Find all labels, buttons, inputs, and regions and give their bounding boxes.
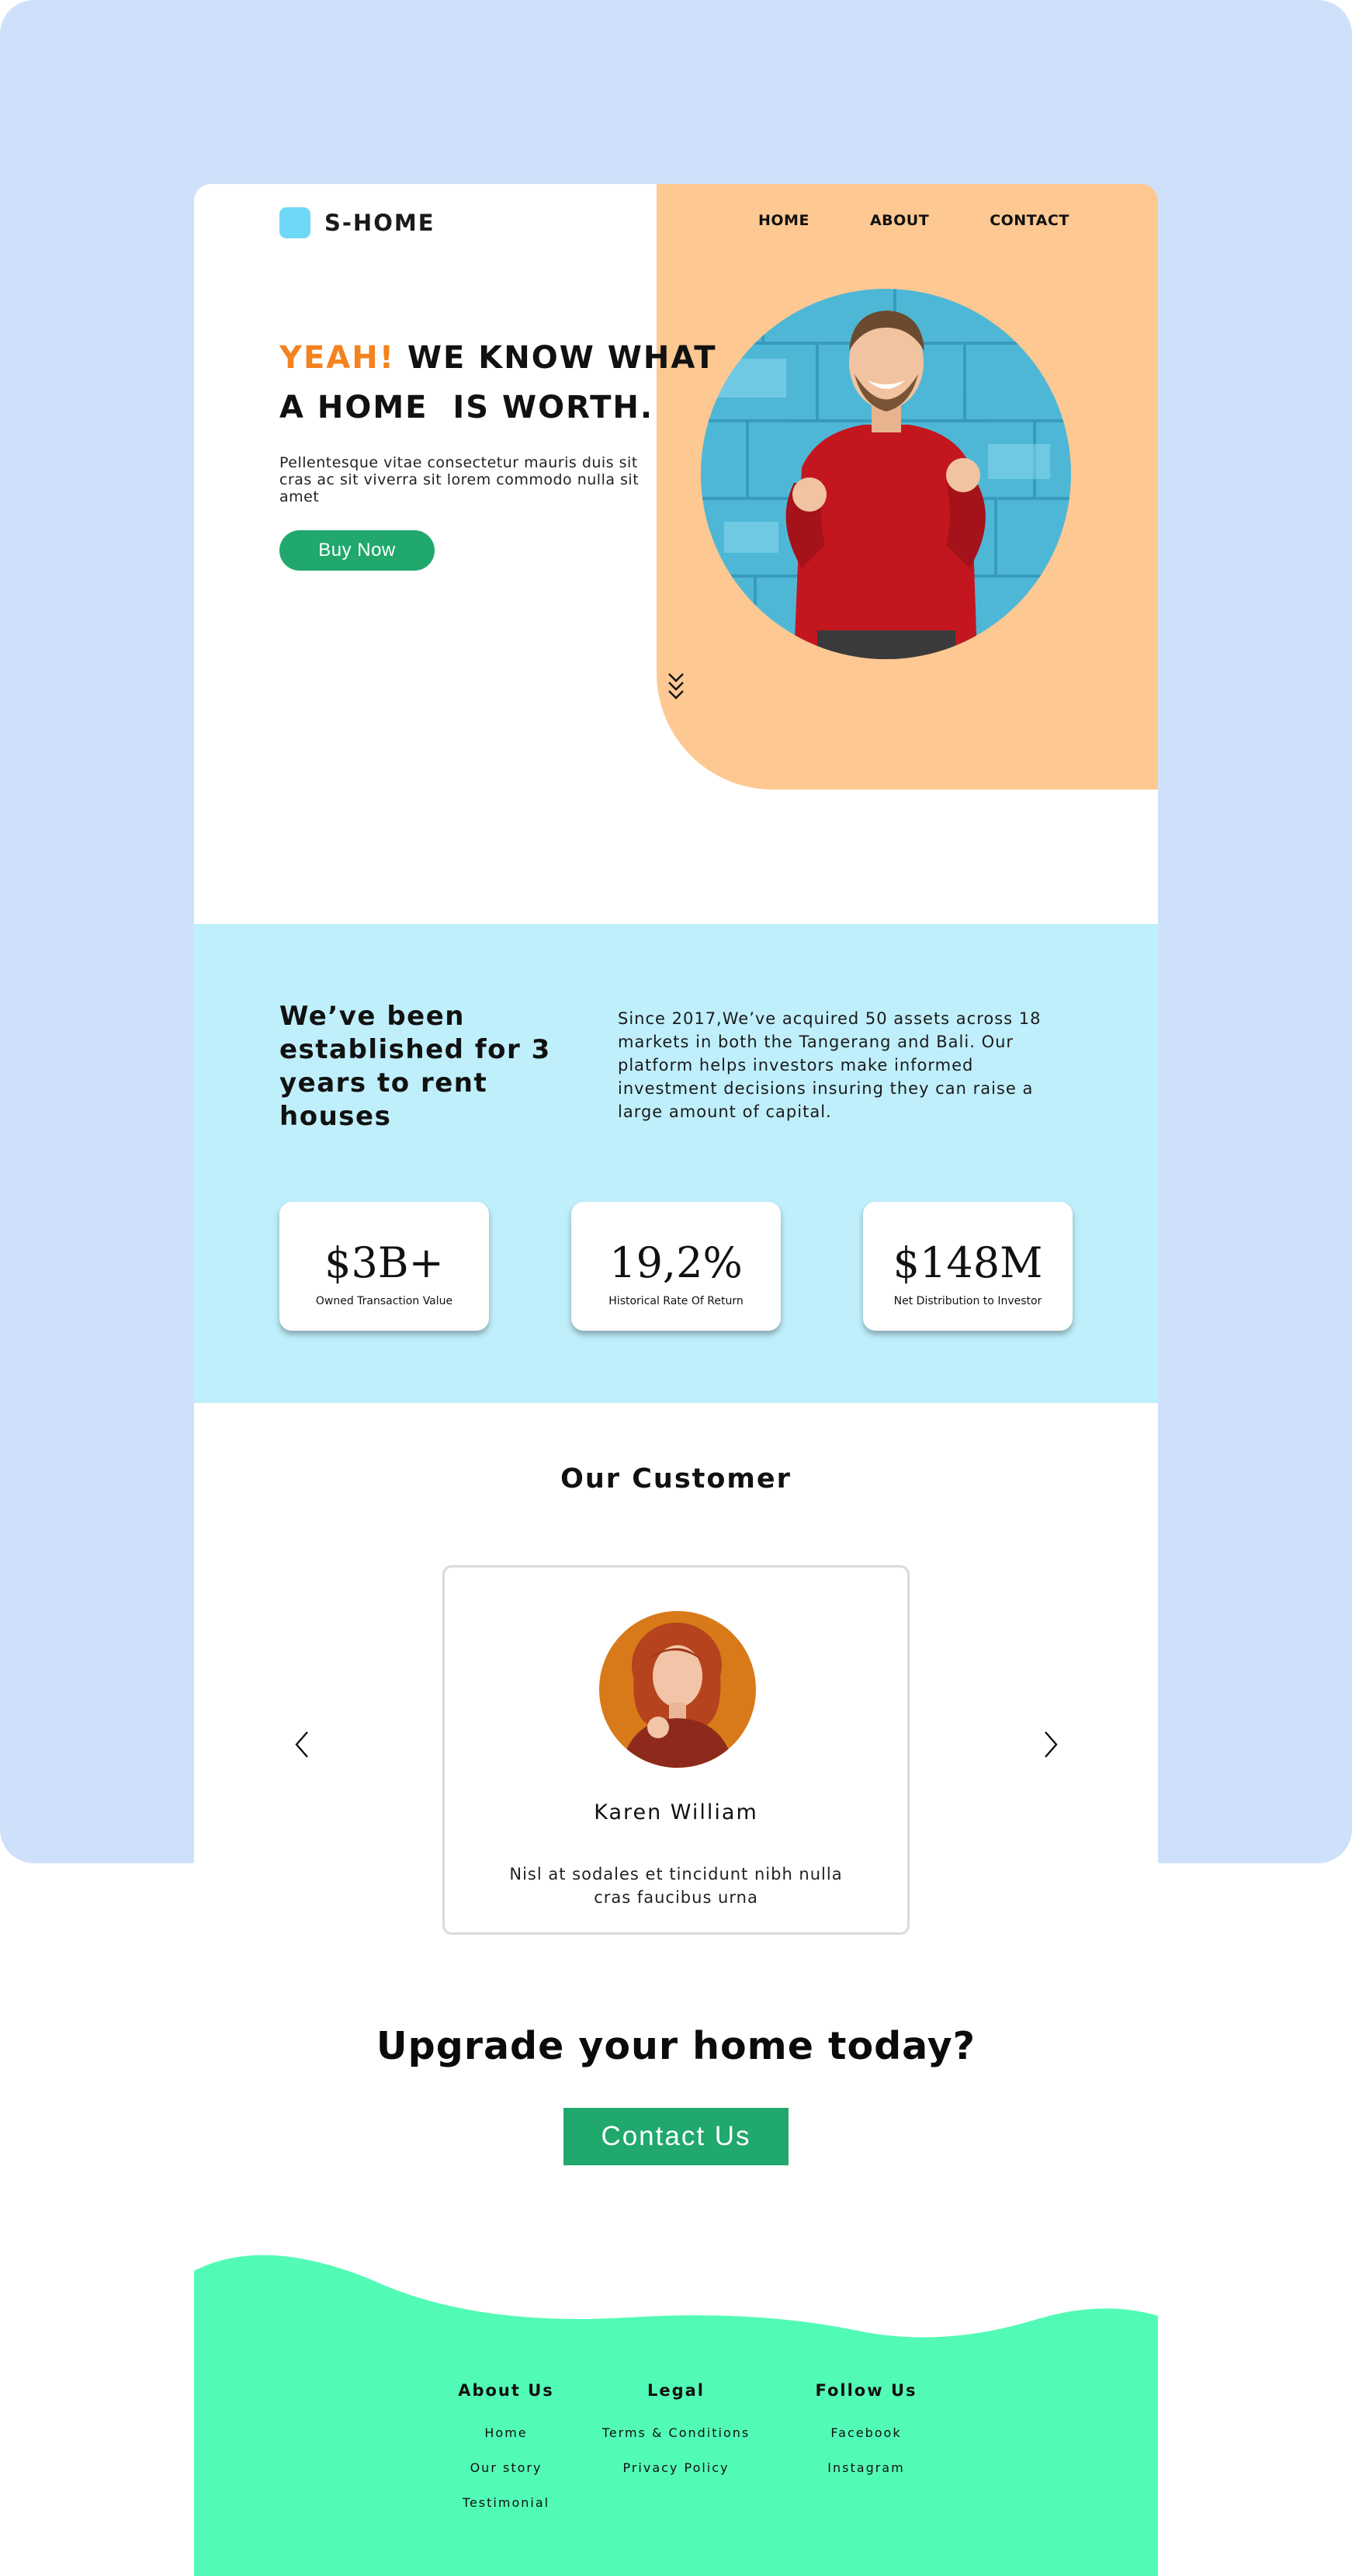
footer-heading: About Us [458,2381,554,2400]
chevron-right-icon[interactable] [1039,1729,1063,1760]
footer-column-follow: Follow Us Facebook Instagram [803,2381,930,2485]
brand-logo[interactable]: S-HOME [279,207,435,238]
cta-title: Upgrade your home today? [376,2024,976,2068]
footer-column-legal: Legal Terms & Conditions Privacy Policy [590,2381,762,2485]
footer-link-testimonial[interactable]: Testimonial [442,2485,570,2520]
hero-man-photo [701,289,1071,659]
footer-link-home[interactable]: Home [442,2415,570,2450]
stat-card-distribution: $148M Net Distribution to Investor [863,1202,1073,1331]
stat-label: Owned Transaction Value [315,1295,453,1307]
footer-heading: Follow Us [815,2381,917,2400]
landing-page: S-HOME HOME ABOUT CONTACT YEAH! WE KNOW … [194,184,1158,2576]
stats-description: Since 2017,We’ve acquired 50 assets acro… [618,1009,1042,1121]
contact-us-button[interactable]: Contact Us [563,2108,789,2165]
stat-card-return: 19,2% Historical Rate Of Return [571,1202,781,1331]
footer-link-facebook[interactable]: Facebook [803,2415,930,2450]
customer-avatar [599,1611,756,1768]
rounded-square-logo-icon [279,207,310,238]
hero-title-line2: A HOME IS WORTH. [279,390,654,425]
footer-link-our-story[interactable]: Our story [442,2450,570,2485]
stats-heading: We’ve been established for 3 years to re… [279,1001,551,1132]
footer-link-instagram[interactable]: Instagram [803,2450,930,2485]
nav-about[interactable]: ABOUT [870,212,929,229]
hero-title-line1: WE KNOW WHAT [394,340,717,376]
main-nav: HOME ABOUT CONTACT [758,212,1069,229]
testimonial-card: Karen William Nisl at sodales et tincidu… [442,1565,910,1935]
customer-name: Karen William [594,1800,758,1824]
hero-title: YEAH! WE KNOW WHAT A HOME IS WORTH. [279,333,717,432]
stat-card-transaction: $3B+ Owned Transaction Value [279,1202,489,1331]
stat-label: Net Distribution to Investor [893,1295,1042,1307]
nav-home[interactable]: HOME [758,212,809,229]
hero-title-accent: YEAH! [279,340,395,376]
nav-contact[interactable]: CONTACT [990,212,1069,229]
stat-value: $3B+ [324,1238,444,1287]
brand-name: S-HOME [324,210,435,236]
footer-link-terms[interactable]: Terms & Conditions [590,2415,762,2450]
stat-label: Historical Rate Of Return [608,1295,744,1307]
stat-value: $148M [893,1238,1043,1287]
hero-description: Pellentesque vitae consectetur mauris du… [279,454,640,505]
footer-heading: Legal [647,2381,705,2400]
footer-link-privacy[interactable]: Privacy Policy [590,2450,762,2485]
customer-section-title: Our Customer [560,1463,792,1495]
stat-value: 19,2% [609,1238,743,1287]
double-chevron-down-icon[interactable] [664,669,688,703]
footer-column-about: About Us Home Our story Testimonial [442,2381,570,2520]
buy-now-button[interactable]: Buy Now [279,530,435,571]
stats-section: We’ve been established for 3 years to re… [194,924,1158,1403]
chevron-left-icon[interactable] [290,1729,314,1760]
customer-quote: Nisl at sodales et tincidunt nibh nulla … [509,1865,843,1907]
